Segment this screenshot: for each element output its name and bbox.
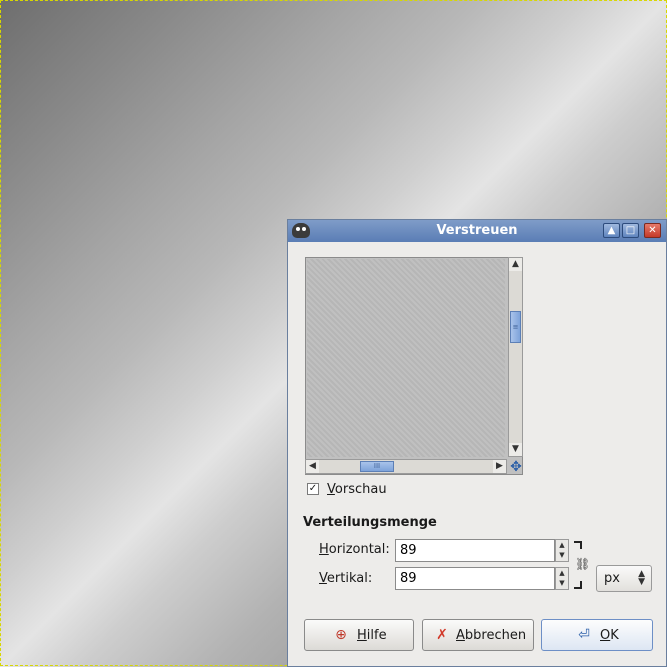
close-icon: ✕ bbox=[648, 225, 657, 236]
chain-icon: ⛓ bbox=[575, 557, 591, 571]
help-lifebuoy-icon: ⊕ bbox=[335, 627, 347, 643]
maximize-icon: □ bbox=[625, 225, 636, 236]
vertical-scroll-thumb[interactable]: ≡ bbox=[510, 311, 521, 343]
scroll-right-icon[interactable]: ▶ bbox=[493, 460, 506, 473]
arrow-up-icon: ▲ bbox=[607, 225, 616, 236]
unit-select[interactable]: px ▲ ▼ bbox=[596, 565, 652, 592]
vertical-label: Vertikal: bbox=[319, 571, 373, 586]
enter-arrow-icon: ⏎ bbox=[578, 627, 590, 643]
horizontal-scroll-thumb[interactable]: III bbox=[360, 461, 394, 472]
section-title-spread-amount: Verteilungsmenge bbox=[303, 515, 437, 530]
horizontal-spinner[interactable]: ▲ ▼ bbox=[555, 539, 569, 562]
vertical-input[interactable] bbox=[395, 567, 555, 590]
scroll-down-icon[interactable]: ▼ bbox=[509, 443, 522, 456]
horizontal-label: Horizontal: bbox=[319, 542, 390, 557]
help-button[interactable]: ⊕ Hilfe bbox=[304, 619, 414, 651]
spin-down-icon[interactable]: ▼ bbox=[556, 550, 568, 560]
vertical-spinner[interactable]: ▲ ▼ bbox=[555, 567, 569, 590]
scroll-left-icon[interactable]: ◀ bbox=[306, 460, 319, 473]
spin-up-icon[interactable]: ▲ bbox=[556, 540, 568, 550]
preview-vertical-scrollbar[interactable]: ▲ ≡ ▼ bbox=[508, 257, 523, 457]
preview-frame bbox=[305, 257, 523, 475]
chain-bracket-top bbox=[574, 541, 582, 549]
preview-checkbox[interactable]: ✓ bbox=[307, 483, 319, 495]
preview-image[interactable] bbox=[307, 259, 505, 457]
cancel-x-icon: ✗ bbox=[436, 627, 448, 643]
horizontal-input[interactable] bbox=[395, 539, 555, 562]
chain-link-toggle[interactable]: ⛓ bbox=[574, 541, 591, 589]
spin-up-icon[interactable]: ▲ bbox=[556, 568, 568, 578]
ok-button[interactable]: ⏎ OK bbox=[541, 619, 653, 651]
scatter-dialog: Verstreuen ▲ □ ✕ ▲ ≡ ▼ ◀ III ▶ ✥ ✓ Vorsc… bbox=[287, 219, 667, 667]
preview-checkbox-label[interactable]: Vorschau bbox=[327, 482, 387, 497]
preview-horizontal-scrollbar[interactable]: ◀ III ▶ bbox=[305, 459, 507, 474]
close-button[interactable]: ✕ bbox=[644, 223, 661, 238]
maximize-button[interactable]: □ bbox=[622, 223, 639, 238]
spin-down-icon[interactable]: ▼ bbox=[556, 578, 568, 588]
unit-value: px bbox=[604, 571, 620, 586]
chain-bracket-bottom bbox=[574, 581, 582, 589]
scroll-up-icon[interactable]: ▲ bbox=[509, 258, 522, 271]
updown-chevron-icon: ▲ ▼ bbox=[638, 569, 645, 587]
navigate-move-icon[interactable]: ✥ bbox=[509, 460, 523, 474]
cancel-button[interactable]: ✗ Abbrechen bbox=[422, 619, 534, 651]
dialog-titlebar[interactable]: Verstreuen ▲ □ ✕ bbox=[288, 220, 666, 242]
roll-up-button[interactable]: ▲ bbox=[603, 223, 620, 238]
